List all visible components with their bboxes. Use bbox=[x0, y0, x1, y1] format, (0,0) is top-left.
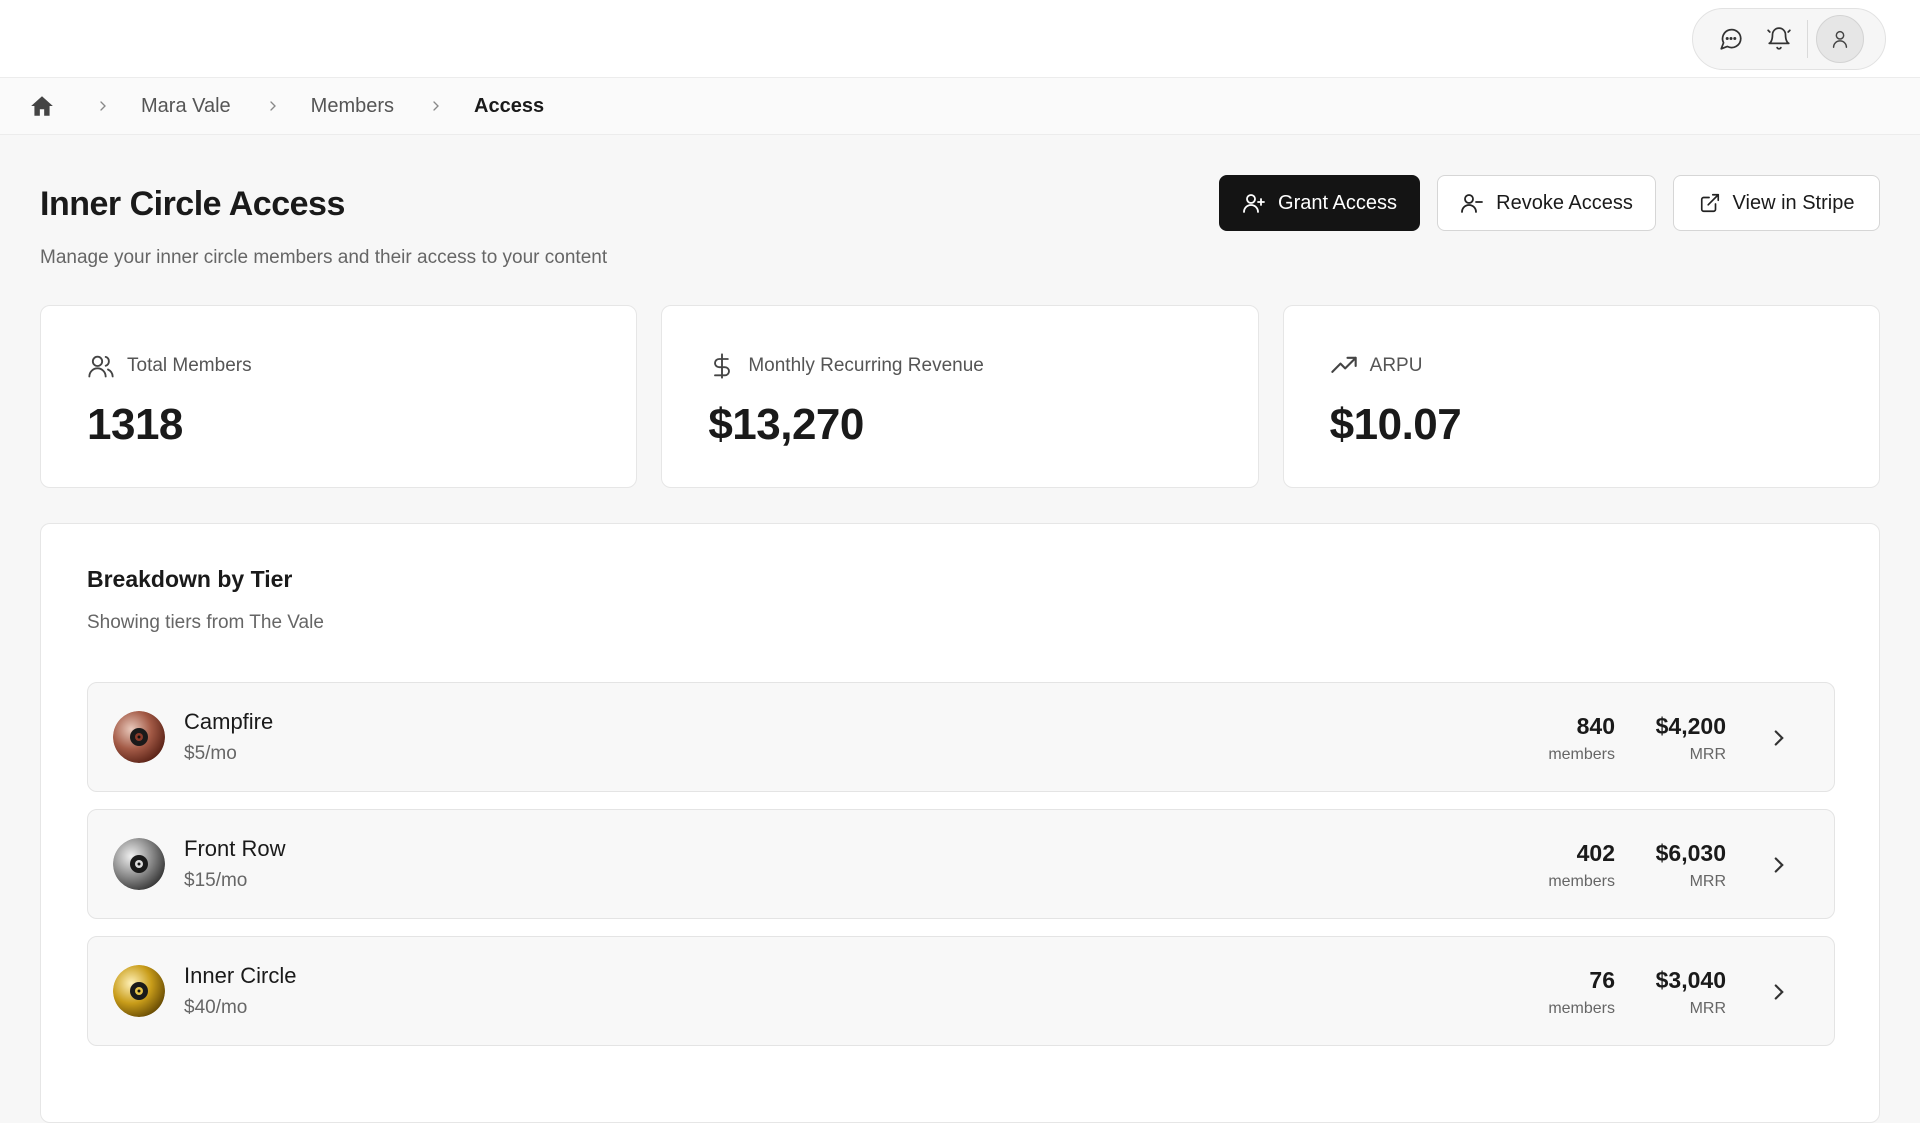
tier-price: $40/mo bbox=[184, 997, 248, 1018]
tier-members-count: 840 bbox=[1576, 713, 1615, 739]
top-bar bbox=[0, 0, 1920, 78]
tier-price: $15/mo bbox=[184, 870, 248, 891]
stats-row: Total Members 1318 Monthly Recurring Rev… bbox=[40, 305, 1880, 488]
view-in-stripe-label: View in Stripe bbox=[1732, 191, 1855, 214]
tier-members: 402 members bbox=[1548, 840, 1615, 891]
tier-row-inner-circle[interactable]: Inner Circle $40/mo 76 members $3,040 MR… bbox=[87, 936, 1835, 1046]
tier-mrr-label: MRR bbox=[1689, 746, 1726, 763]
breadcrumb: Mara Vale Members Access bbox=[0, 78, 1920, 135]
home-icon bbox=[31, 96, 53, 116]
tier-breakdown-card: Breakdown by Tier Showing tiers from The… bbox=[40, 523, 1880, 1123]
breadcrumb-item-members[interactable]: Members bbox=[311, 95, 394, 118]
chevron-right-icon bbox=[428, 98, 444, 114]
tier-mrr: $3,040 MRR bbox=[1656, 967, 1726, 1018]
revoke-access-button[interactable]: Revoke Access bbox=[1437, 175, 1656, 231]
tier-members: 76 members bbox=[1548, 967, 1615, 1018]
stat-card-mrr: Monthly Recurring Revenue $13,270 bbox=[661, 305, 1259, 488]
user-plus-icon bbox=[1243, 194, 1265, 213]
dollar-icon bbox=[714, 353, 731, 379]
breadcrumb-item-mara-vale[interactable]: Mara Vale bbox=[141, 95, 231, 118]
revoke-access-label: Revoke Access bbox=[1496, 191, 1633, 214]
chevron-right-icon bbox=[1774, 730, 1784, 746]
tier-name: Campfire bbox=[184, 709, 274, 734]
stat-label: ARPU bbox=[1369, 355, 1423, 376]
tier-list: Campfire $5/mo 840 members $4,200 MRR Fr… bbox=[87, 682, 1835, 1063]
tier-members-label: members bbox=[1548, 873, 1615, 890]
avatar[interactable] bbox=[1816, 15, 1864, 63]
top-divider bbox=[1807, 20, 1808, 58]
vinyl-disc-icon bbox=[113, 838, 165, 890]
top-actions bbox=[1692, 8, 1886, 70]
page-title: Inner Circle Access bbox=[40, 185, 345, 223]
tier-members: 840 members bbox=[1548, 713, 1615, 764]
home-link[interactable] bbox=[29, 93, 55, 119]
grant-access-button[interactable]: Grant Access bbox=[1219, 175, 1420, 231]
stat-value: $13,270 bbox=[708, 400, 864, 449]
stat-label-row: Monthly Recurring Revenue bbox=[708, 352, 1257, 380]
tier-mrr-value: $4,200 bbox=[1655, 713, 1726, 739]
breakdown-subtitle: Showing tiers from The Vale bbox=[87, 612, 324, 633]
header-actions: Grant Access Revoke Access View in Strip… bbox=[1219, 175, 1880, 231]
tier-mrr: $4,200 MRR bbox=[1656, 713, 1726, 764]
stat-value: $10.07 bbox=[1329, 400, 1462, 449]
users-icon bbox=[88, 355, 114, 378]
vinyl-disc-icon bbox=[113, 965, 165, 1017]
page-subtitle: Manage your inner circle members and the… bbox=[40, 247, 608, 268]
stat-label-row: Total Members bbox=[87, 352, 636, 380]
external-link-icon bbox=[1700, 193, 1719, 213]
chevron-right-icon bbox=[265, 98, 281, 114]
tier-mrr: $6,030 MRR bbox=[1656, 840, 1726, 891]
chevron-right-icon bbox=[1774, 857, 1784, 873]
bell-icon bbox=[1767, 27, 1791, 50]
user-icon bbox=[1832, 30, 1848, 48]
stat-label-row: ARPU bbox=[1330, 352, 1879, 380]
stat-card-total-members: Total Members 1318 bbox=[40, 305, 638, 488]
tier-mrr-label: MRR bbox=[1689, 873, 1726, 890]
chevron-right-icon bbox=[1774, 984, 1784, 1000]
notifications-button[interactable] bbox=[1755, 15, 1803, 63]
tier-name: Inner Circle bbox=[184, 963, 297, 988]
breakdown-title: Breakdown by Tier bbox=[87, 566, 293, 592]
stat-label: Monthly Recurring Revenue bbox=[748, 355, 984, 376]
grant-access-label: Grant Access bbox=[1278, 191, 1397, 214]
page-header: Inner Circle Access Manage your inner ci… bbox=[0, 135, 1920, 305]
vinyl-disc-icon bbox=[113, 711, 165, 763]
stat-value: 1318 bbox=[87, 400, 183, 449]
tier-row-campfire[interactable]: Campfire $5/mo 840 members $4,200 MRR bbox=[87, 682, 1835, 792]
tier-mrr-value: $3,040 bbox=[1655, 967, 1726, 993]
stat-card-arpu: ARPU $10.07 bbox=[1282, 305, 1880, 488]
tier-members-label: members bbox=[1548, 1000, 1615, 1017]
tier-members-label: members bbox=[1548, 746, 1615, 763]
tier-name: Front Row bbox=[184, 836, 286, 861]
tier-mrr-label: MRR bbox=[1689, 1000, 1726, 1017]
breadcrumb-current: Access bbox=[474, 94, 545, 117]
trending-up-icon bbox=[1330, 356, 1357, 373]
chat-icon bbox=[1720, 28, 1742, 50]
tier-price: $5/mo bbox=[184, 743, 237, 764]
messages-button[interactable] bbox=[1707, 15, 1755, 63]
tier-members-count: 402 bbox=[1576, 840, 1615, 866]
tier-members-count: 76 bbox=[1589, 967, 1615, 993]
stat-label: Total Members bbox=[127, 355, 252, 376]
view-in-stripe-button[interactable]: View in Stripe bbox=[1673, 175, 1880, 231]
tier-mrr-value: $6,030 bbox=[1655, 840, 1726, 866]
user-minus-icon bbox=[1461, 194, 1484, 213]
chevron-right-icon bbox=[95, 98, 111, 114]
tier-row-front-row[interactable]: Front Row $15/mo 402 members $6,030 MRR bbox=[87, 809, 1835, 919]
